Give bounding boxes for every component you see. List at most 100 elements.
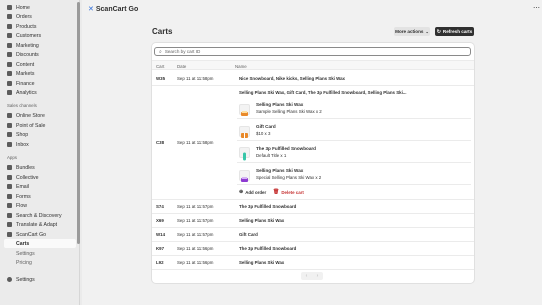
sidebar-item-label: Customers bbox=[16, 32, 42, 39]
next-page-button[interactable]: › bbox=[317, 273, 319, 279]
cart-name[interactable]: Gift Card bbox=[239, 232, 258, 237]
trash-icon: 🗑 bbox=[273, 189, 280, 195]
search-input[interactable]: ⌕ Search by cart ID bbox=[154, 47, 471, 56]
cart-name[interactable]: The 3p Fulfilled Snowboard bbox=[239, 204, 296, 209]
sidebar-item-email[interactable]: Email bbox=[4, 182, 76, 191]
delete-cart-button[interactable]: 🗑 Delete cart bbox=[273, 189, 304, 195]
table-header: Cart Date Name bbox=[152, 60, 474, 70]
cart-name[interactable]: Selling Plans Ski Wax bbox=[239, 218, 284, 223]
cart-item-detail: Sample Selling Plans Ski Wax x 2 bbox=[256, 109, 322, 114]
more-actions-label: More actions bbox=[395, 29, 424, 34]
cart-item-name: Gift Card bbox=[256, 124, 276, 129]
cart-date: Sep 11 at 11:57pm bbox=[177, 232, 214, 237]
column-header-name[interactable]: Name bbox=[235, 64, 247, 69]
sidebar-item-online-store[interactable]: Online Store bbox=[4, 111, 76, 120]
sidebar-item-label: Online Store bbox=[16, 112, 45, 119]
column-header-cart[interactable]: Cart bbox=[156, 64, 164, 69]
sidebar-item-translate-adapt[interactable]: Translate & Adapt bbox=[4, 220, 76, 229]
sidebar-item-label: Collective bbox=[16, 174, 39, 181]
pos-icon bbox=[7, 123, 12, 128]
sidebar-item-home[interactable]: Home bbox=[4, 3, 76, 12]
item-divider bbox=[237, 140, 471, 141]
more-options-icon[interactable]: ⋯ bbox=[533, 4, 540, 12]
sidebar-subitem-settings[interactable]: Settings bbox=[4, 249, 76, 258]
sidebar-item-discounts[interactable]: Discounts bbox=[4, 50, 76, 59]
cart-id[interactable]: C38 bbox=[156, 140, 164, 145]
cart-id[interactable]: W35 bbox=[156, 76, 165, 81]
cart-date: Sep 11 at 11:57pm bbox=[177, 204, 214, 209]
sidebar-item-label: Products bbox=[16, 23, 37, 30]
item-divider bbox=[237, 162, 471, 163]
gift-card-thumbnail bbox=[239, 126, 250, 138]
sidebar-item-search-discovery[interactable]: Search & Discovery bbox=[4, 211, 76, 220]
marketing-icon bbox=[7, 43, 12, 48]
refresh-carts-button[interactable]: ↻ Refresh carts bbox=[435, 27, 474, 36]
sidebar-item-label: Marketing bbox=[16, 42, 39, 49]
sidebar-subitem-pricing[interactable]: Pricing bbox=[4, 258, 76, 267]
cart-id[interactable]: W14 bbox=[156, 232, 165, 237]
sidebar-item-inbox[interactable]: Inbox bbox=[4, 140, 76, 149]
sidebar-item-label: Shop bbox=[16, 131, 29, 138]
cart-item-detail: Special Selling Plans Ski Wax x 2 bbox=[256, 175, 322, 180]
sidebar-item-label: Bundles bbox=[16, 164, 35, 171]
item-divider bbox=[237, 184, 471, 185]
cart-id[interactable]: K97 bbox=[156, 246, 164, 251]
sidebar-item-label: Content bbox=[16, 61, 35, 68]
cart-item-name: Selling Plans Ski Wax bbox=[256, 168, 304, 173]
sidebar-scrollbar[interactable] bbox=[77, 2, 80, 244]
ski-wax-thumbnail bbox=[239, 104, 250, 116]
row-divider bbox=[152, 227, 474, 228]
sidebar-item-bundles[interactable]: Bundles bbox=[4, 163, 76, 172]
row-divider bbox=[152, 85, 474, 86]
carts-table-card: ⌕ Search by cart ID Cart Date Name W35 S… bbox=[152, 43, 474, 283]
cart-id[interactable]: S74 bbox=[156, 204, 164, 209]
pagination: ‹ › bbox=[301, 272, 323, 280]
previous-page-button[interactable]: ‹ bbox=[306, 273, 308, 279]
discounts-icon bbox=[7, 52, 12, 57]
orders-icon bbox=[7, 14, 12, 19]
cart-name[interactable]: Nice Snowboard, Nike kicks, Selling Plan… bbox=[239, 76, 345, 81]
cart-name[interactable]: Selling Plans Ski Wax, Gift Card, The 3p… bbox=[239, 90, 406, 95]
sales-channels-label[interactable]: Sales channels bbox=[7, 103, 37, 108]
cart-id[interactable]: L92 bbox=[156, 260, 164, 265]
sidebar-item-finance[interactable]: Finance bbox=[4, 79, 76, 88]
cart-name[interactable]: Selling Plans Ski Wax bbox=[239, 260, 284, 265]
sidebar-item-settings[interactable]: Settings bbox=[4, 275, 76, 284]
apps-label[interactable]: Apps bbox=[7, 155, 17, 160]
snowboard-thumbnail bbox=[239, 147, 250, 161]
scancart-icon bbox=[7, 232, 12, 237]
sidebar-item-analytics[interactable]: Analytics bbox=[4, 88, 76, 97]
email-icon bbox=[7, 184, 12, 189]
sidebar-item-customers[interactable]: Customers bbox=[4, 31, 76, 40]
sidebar-item-label: Search & Discovery bbox=[16, 212, 62, 219]
sidebar-item-scancart-go[interactable]: ScanCart Go bbox=[4, 230, 76, 239]
sidebar-item-point-of-sale[interactable]: Point of Sale bbox=[4, 121, 76, 130]
cart-id[interactable]: X69 bbox=[156, 218, 164, 223]
row-divider bbox=[152, 269, 474, 270]
sidebar-item-shop[interactable]: Shop bbox=[4, 130, 76, 139]
sidebar-item-products[interactable]: Products bbox=[4, 22, 76, 31]
cart-date: Sep 11 at 11:57pm bbox=[177, 218, 214, 223]
sidebar-item-orders[interactable]: Orders bbox=[4, 12, 76, 21]
add-order-button[interactable]: ⊕ Add order bbox=[239, 189, 266, 195]
item-divider bbox=[237, 118, 471, 119]
cart-name[interactable]: The 3p Fulfilled Snowboard bbox=[239, 246, 296, 251]
column-header-date[interactable]: Date bbox=[177, 64, 186, 69]
cart-item-detail: Default Title x 1 bbox=[256, 153, 287, 158]
sidebar-item-content[interactable]: Content bbox=[4, 60, 76, 69]
cart-date: Sep 11 at 11:58pm bbox=[177, 140, 214, 145]
search-discovery-icon bbox=[7, 213, 12, 218]
sidebar-item-label: Flow bbox=[16, 202, 27, 209]
sidebar-item-forms[interactable]: Forms bbox=[4, 192, 76, 201]
row-divider bbox=[152, 241, 474, 242]
analytics-icon bbox=[7, 90, 12, 95]
ski-wax-thumbnail bbox=[239, 170, 250, 182]
sidebar-subitem-carts[interactable]: Carts bbox=[4, 239, 76, 248]
sidebar-item-collective[interactable]: Collective bbox=[4, 173, 76, 182]
sidebar-item-markets[interactable]: Markets bbox=[4, 69, 76, 78]
more-actions-button[interactable]: More actions ⌄ bbox=[394, 27, 430, 36]
sidebar-item-marketing[interactable]: Marketing bbox=[4, 41, 76, 50]
sidebar: Home Orders Products Customers Marketing… bbox=[0, 0, 80, 305]
sidebar-item-flow[interactable]: Flow bbox=[4, 201, 76, 210]
translate-icon bbox=[7, 222, 12, 227]
